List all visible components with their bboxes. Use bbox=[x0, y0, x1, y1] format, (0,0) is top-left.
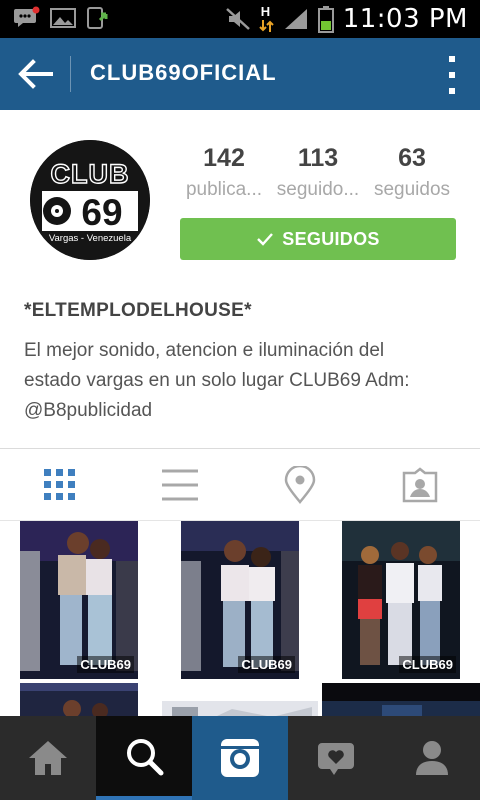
status-time: 11:03 PM bbox=[342, 4, 468, 34]
avatar[interactable]: CLUB 69 Vargas - Venezuela bbox=[30, 140, 150, 260]
stat-followers-number: 113 bbox=[297, 144, 339, 172]
profile-header: CLUB 69 Vargas - Venezuela 142 publica..… bbox=[0, 110, 480, 450]
stat-following-number: 63 bbox=[398, 144, 426, 172]
network-type: H bbox=[258, 4, 275, 34]
app-bar-divider bbox=[70, 56, 71, 92]
tab-list[interactable] bbox=[120, 449, 240, 521]
signal-icon bbox=[284, 9, 307, 29]
tab-tagged[interactable] bbox=[360, 449, 480, 521]
camera-icon bbox=[221, 739, 259, 777]
more-vertical-icon bbox=[449, 56, 455, 62]
stat-posts-label: publica... bbox=[185, 179, 263, 200]
photo-thumbnail[interactable] bbox=[162, 701, 318, 716]
nav-profile[interactable] bbox=[384, 716, 480, 800]
following-button-label: SEGUIDOS bbox=[282, 228, 380, 249]
svg-text:69: 69 bbox=[81, 192, 122, 233]
search-icon bbox=[127, 739, 164, 776]
profile-stats: 142 publica... 113 seguido... 63 seguido… bbox=[176, 144, 466, 214]
battery-icon bbox=[317, 6, 334, 33]
profile-icon bbox=[416, 741, 448, 775]
check-icon bbox=[257, 233, 274, 246]
profile-name: *ELTEMPLODELHOUSE* bbox=[24, 300, 252, 321]
stat-posts-number: 142 bbox=[203, 144, 245, 172]
list-icon bbox=[162, 469, 198, 501]
photo-watermark: CLUB69 bbox=[238, 656, 295, 673]
stat-followers[interactable]: 113 seguido... bbox=[270, 144, 366, 201]
image-icon bbox=[50, 8, 76, 28]
nav-search[interactable] bbox=[96, 716, 192, 800]
stat-following[interactable]: 63 seguidos bbox=[364, 144, 460, 201]
profile-view-tabs bbox=[0, 449, 480, 521]
profile-bio: El mejor sonido, atencion e iluminación … bbox=[24, 340, 410, 421]
home-icon bbox=[29, 741, 67, 775]
status-bar-system: H 11:03 PM bbox=[225, 4, 468, 34]
grid-icon bbox=[44, 469, 75, 500]
photo-watermark: CLUB69 bbox=[77, 656, 134, 673]
photo-thumbnail[interactable]: CLUB69 bbox=[181, 521, 299, 679]
svg-text:CLUB: CLUB bbox=[51, 159, 130, 189]
tab-locations[interactable] bbox=[240, 449, 360, 521]
arrow-left-icon bbox=[18, 59, 53, 89]
following-button[interactable]: SEGUIDOS bbox=[180, 218, 456, 260]
download-icon bbox=[87, 7, 108, 29]
club69-logo: CLUB 69 Vargas - Venezuela bbox=[30, 140, 150, 260]
photo-thumbnail[interactable]: CLUB69 bbox=[20, 521, 138, 679]
back-button[interactable] bbox=[12, 52, 58, 96]
location-pin-icon bbox=[284, 466, 316, 504]
page-title: CLUB69OFICIAL bbox=[90, 60, 277, 85]
photo-grid: CLUB69 CLUB69 CLUB69 bbox=[0, 521, 480, 716]
nav-camera[interactable] bbox=[192, 716, 288, 800]
app-bar: CLUB69OFICIAL bbox=[0, 38, 480, 110]
status-bar-notifications bbox=[14, 6, 112, 30]
photo-thumbnail[interactable] bbox=[20, 683, 138, 716]
nav-home[interactable] bbox=[0, 716, 96, 800]
tab-grid[interactable] bbox=[0, 449, 120, 521]
photo-thumbnail[interactable]: CLUB69 bbox=[342, 521, 460, 679]
more-options-button[interactable] bbox=[444, 56, 460, 94]
mute-icon bbox=[225, 8, 250, 30]
chat-notification-icon bbox=[14, 6, 40, 27]
status-bar: H 11:03 PM bbox=[0, 0, 480, 38]
photo-watermark: CLUB69 bbox=[399, 656, 456, 673]
stat-following-label: seguidos bbox=[373, 179, 451, 200]
activity-heart-icon bbox=[318, 743, 354, 775]
stat-followers-label: seguido... bbox=[276, 179, 360, 200]
nav-activity[interactable] bbox=[288, 716, 384, 800]
photo-thumbnail[interactable] bbox=[322, 683, 480, 716]
tagged-user-icon bbox=[402, 467, 438, 503]
bottom-navigation bbox=[0, 716, 480, 800]
svg-text:Vargas - Venezuela: Vargas - Venezuela bbox=[49, 233, 132, 244]
stat-posts[interactable]: 142 publica... bbox=[176, 144, 272, 201]
